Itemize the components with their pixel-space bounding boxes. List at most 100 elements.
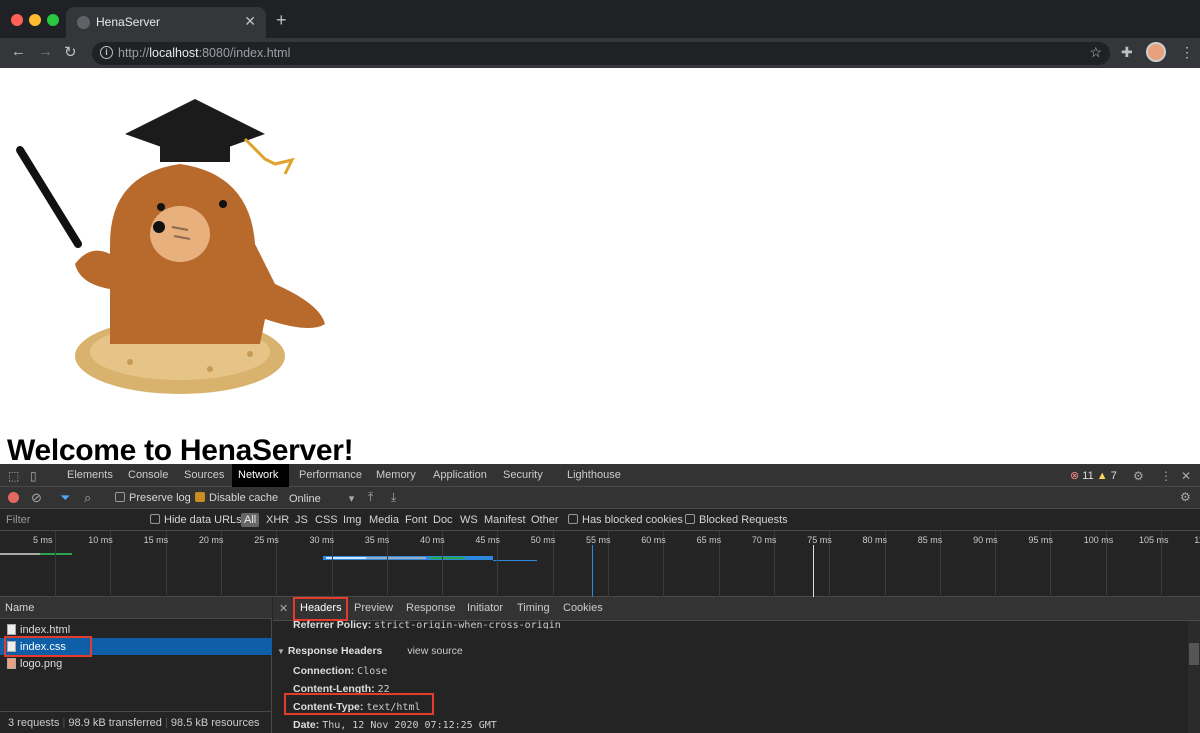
expand-triangle-icon: ▼ xyxy=(277,647,285,656)
settings-gear-icon[interactable]: ⚙ xyxy=(1133,469,1144,483)
header-row: Connection: Close xyxy=(293,665,388,677)
record-icon[interactable] xyxy=(8,492,19,503)
response-headers-section[interactable]: ▼ Response Headers view source xyxy=(277,645,463,657)
timeline-gridline xyxy=(55,531,56,597)
type-filter-manifest[interactable]: Manifest xyxy=(484,514,526,526)
type-filter-media[interactable]: Media xyxy=(369,514,399,526)
type-filter-img[interactable]: Img xyxy=(343,514,361,526)
timeline-tick-label: 25 ms xyxy=(254,535,279,545)
browser-chrome: HenaServer ✕ + ← → ↻ i http://localhost:… xyxy=(0,0,1200,68)
timeline-tick-label: 80 ms xyxy=(862,535,888,545)
throttle-select[interactable]: Online ▾ xyxy=(289,492,354,505)
list-item[interactable]: logo.png xyxy=(0,655,272,672)
disable-cache-checkbox[interactable]: Disable cache xyxy=(195,492,278,504)
tab-console[interactable]: Console xyxy=(122,464,174,487)
filter-funnel-icon[interactable]: ⏷ xyxy=(60,490,70,506)
hide-data-urls-checkbox[interactable]: Hide data URLs xyxy=(150,514,242,526)
timeline-tick-label: 15 ms xyxy=(143,535,169,545)
network-overview-timeline[interactable]: 5 ms 10 ms 15 ms 20 ms 25 ms 30 ms 35 ms 40 ms 4… xyxy=(0,531,1200,597)
minimize-window-button[interactable] xyxy=(29,14,41,26)
back-icon[interactable]: ← xyxy=(11,43,26,60)
reload-icon[interactable]: ↻ xyxy=(64,43,77,61)
close-devtools-icon[interactable]: ✕ xyxy=(1181,469,1191,483)
scrollbar[interactable] xyxy=(1188,621,1200,733)
type-filter-all[interactable]: All xyxy=(241,513,260,527)
clear-icon[interactable]: ⊘ xyxy=(31,490,42,506)
device-toolbar-icon[interactable]: ▯ xyxy=(30,469,37,483)
type-filter-css[interactable]: CSS xyxy=(315,514,338,526)
tab-network[interactable]: Network xyxy=(232,464,289,487)
timeline-tick-label: 40 ms xyxy=(420,535,445,545)
blocked-requests-checkbox[interactable]: Blocked Requests xyxy=(685,514,788,526)
timeline-tick-label: 105 ms xyxy=(1139,535,1169,545)
highlight-box xyxy=(293,597,348,621)
timeline-tick-label: 95 ms xyxy=(1028,535,1053,545)
tab-cookies[interactable]: Cookies xyxy=(563,602,603,614)
bookmark-star-icon[interactable]: ☆ xyxy=(1089,44,1102,61)
timeline-tick-label: 50 ms xyxy=(530,535,556,545)
tab-strip: HenaServer ✕ + xyxy=(0,0,1200,38)
timeline-tick-label: 10 ms xyxy=(88,535,113,545)
tab-elements[interactable]: Elements xyxy=(61,464,119,487)
new-tab-icon[interactable]: + xyxy=(276,10,287,31)
view-source-link[interactable]: view source xyxy=(407,645,462,657)
devtools-panel: ⬚ ▯ Elements Console Sources Network Per… xyxy=(0,464,1200,733)
address-bar[interactable]: i http://localhost:8080/index.html ☆ xyxy=(92,42,1110,65)
tab-timing[interactable]: Timing xyxy=(517,602,550,614)
menu-kebab-icon[interactable]: ⋮ xyxy=(1180,44,1194,61)
export-har-icon[interactable]: ⤓ xyxy=(391,490,396,505)
timeline-tick-label: 45 ms xyxy=(475,535,500,545)
tab-initiator[interactable]: Initiator xyxy=(467,602,503,614)
timeline-tick-label: 30 ms xyxy=(309,535,335,545)
type-filter-ws[interactable]: WS xyxy=(460,514,478,526)
more-kebab-icon[interactable]: ⋮ xyxy=(1160,469,1172,483)
timeline-tick-label: 35 ms xyxy=(364,535,390,545)
referrer-policy-row: Referrer Policy: strict-origin-when-cros… xyxy=(293,619,561,629)
type-filter-xhr[interactable]: XHR xyxy=(266,514,289,526)
detail-tabbar: ✕ Headers Preview Response Initiator Tim… xyxy=(273,597,1200,621)
zoom-window-button[interactable] xyxy=(47,14,59,26)
tab-security[interactable]: Security xyxy=(497,464,549,487)
network-toolbar: ⊘ ⏷ ⌕ Preserve log Disable cache Online ▾… xyxy=(0,487,1200,509)
import-har-icon[interactable]: ⤒ xyxy=(368,490,373,505)
inspect-element-icon[interactable]: ⬚ xyxy=(8,469,19,483)
tab-response[interactable]: Response xyxy=(406,602,456,614)
blocked-cookies-checkbox[interactable]: Has blocked cookies xyxy=(568,514,683,526)
forward-icon[interactable]: → xyxy=(38,43,53,60)
warning-icon: ▲ xyxy=(1096,470,1108,482)
tab-sources[interactable]: Sources xyxy=(178,464,230,487)
waterfall-bar xyxy=(430,557,465,559)
header-row: Date: Thu, 12 Nov 2020 07:12:25 GMT xyxy=(293,719,497,731)
load-marker xyxy=(813,545,814,597)
extensions-puzzle-icon[interactable]: ✚ xyxy=(1121,44,1133,61)
tab-lighthouse[interactable]: Lighthouse xyxy=(561,464,627,487)
filter-input[interactable]: Filter xyxy=(6,514,30,526)
tab-performance[interactable]: Performance xyxy=(293,464,368,487)
tab-memory[interactable]: Memory xyxy=(370,464,422,487)
close-window-button[interactable] xyxy=(11,14,23,26)
request-detail: ✕ Headers Preview Response Initiator Tim… xyxy=(273,597,1200,733)
waterfall-bar xyxy=(493,560,537,561)
issue-counts[interactable]: ⊗ 11 ▲ 7 xyxy=(1070,469,1117,482)
timeline-tick-label: 60 ms xyxy=(641,535,666,545)
browser-tab[interactable]: HenaServer ✕ xyxy=(66,7,266,38)
type-filter-other[interactable]: Other xyxy=(531,514,559,526)
tab-preview[interactable]: Preview xyxy=(354,602,393,614)
image-icon xyxy=(7,658,16,669)
tab-application[interactable]: Application xyxy=(427,464,493,487)
name-column-header[interactable]: Name xyxy=(0,597,272,619)
type-filter-js[interactable]: JS xyxy=(295,514,308,526)
type-filter-font[interactable]: Font xyxy=(405,514,427,526)
network-settings-icon[interactable]: ⚙ xyxy=(1180,490,1191,504)
search-icon[interactable]: ⌕ xyxy=(84,490,91,506)
preserve-log-checkbox[interactable]: Preserve log xyxy=(115,492,191,504)
page-title: Welcome to HenaServer! xyxy=(7,434,354,467)
avatar[interactable] xyxy=(1146,42,1166,62)
close-detail-icon[interactable]: ✕ xyxy=(279,602,288,615)
timeline-tick-label: 55 ms xyxy=(586,535,611,545)
close-tab-icon[interactable]: ✕ xyxy=(244,13,256,30)
devtools-tabbar: ⬚ ▯ Elements Console Sources Network Per… xyxy=(0,464,1200,487)
mole-professor-icon xyxy=(16,99,325,394)
type-filter-doc[interactable]: Doc xyxy=(433,514,453,526)
info-icon[interactable]: i xyxy=(100,46,113,59)
